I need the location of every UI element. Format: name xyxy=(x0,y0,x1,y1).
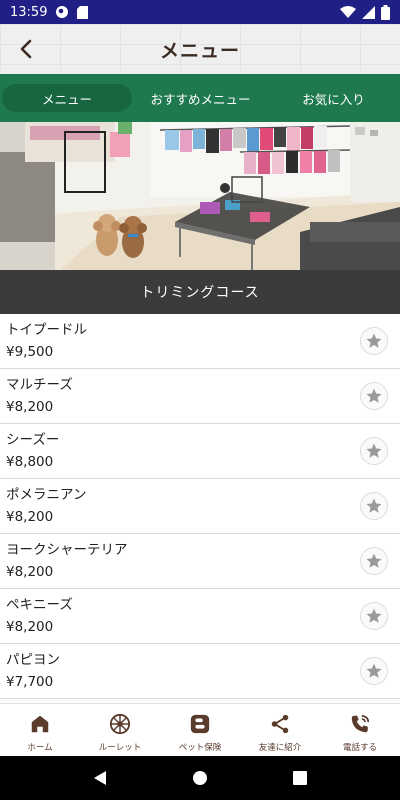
bottom-nav: ホーム ルーレット ペット保険 友達に紹介 電話する xyxy=(0,703,400,756)
blog-icon xyxy=(188,712,212,736)
app-header: メニュー xyxy=(0,24,400,74)
list-item[interactable]: ペキニーズ ¥8,200 xyxy=(0,589,400,644)
wifi-icon xyxy=(340,5,356,19)
star-icon xyxy=(366,553,382,568)
square-recents-icon xyxy=(293,771,307,785)
star-icon xyxy=(366,663,382,678)
favorite-button[interactable] xyxy=(360,437,388,465)
item-name: パピヨン xyxy=(6,652,60,668)
system-home-button[interactable] xyxy=(180,758,220,798)
tab-recommended[interactable]: おすすめメニュー xyxy=(134,84,267,112)
list-item[interactable]: マルチーズ ¥8,200 xyxy=(0,369,400,424)
star-icon xyxy=(366,388,382,403)
notification-app-icon xyxy=(55,5,69,19)
tab-favorites[interactable]: お気に入り xyxy=(267,84,400,112)
nav-label: ペット保険 xyxy=(178,743,222,753)
status-right xyxy=(340,4,390,20)
item-price: ¥7,700 xyxy=(6,674,54,690)
star-icon xyxy=(366,498,382,513)
favorite-button[interactable] xyxy=(360,547,388,575)
back-button[interactable] xyxy=(12,35,40,63)
item-price: ¥8,200 xyxy=(6,564,54,580)
star-icon xyxy=(366,443,382,458)
item-price: ¥9,500 xyxy=(6,344,54,360)
favorite-button[interactable] xyxy=(360,492,388,520)
section-header: トリミングコース xyxy=(0,270,400,314)
item-price: ¥8,200 xyxy=(6,509,54,525)
list-item[interactable]: トイプードル ¥9,500 xyxy=(0,314,400,369)
status-time: 13:59 xyxy=(10,4,48,20)
list-item[interactable]: ヨークシャーテリア ¥8,200 xyxy=(0,534,400,589)
signal-icon xyxy=(362,5,375,19)
battery-icon xyxy=(381,4,390,20)
list-item[interactable]: パピヨン ¥7,700 xyxy=(0,644,400,699)
system-nav-bar xyxy=(0,756,400,800)
nav-label: 友達に紹介 xyxy=(258,743,302,753)
nav-home[interactable]: ホーム xyxy=(0,704,80,756)
circle-home-icon xyxy=(193,771,207,785)
sd-card-icon xyxy=(77,5,89,19)
status-bar: 13:59 xyxy=(0,0,400,24)
salon-photo xyxy=(0,122,400,270)
nav-label: ホーム xyxy=(27,743,53,753)
item-price: ¥8,200 xyxy=(6,399,54,415)
favorite-button[interactable] xyxy=(360,382,388,410)
list-item[interactable]: ポメラニアン ¥8,200 xyxy=(0,479,400,534)
nav-roulette[interactable]: ルーレット xyxy=(80,704,160,756)
system-back-button[interactable] xyxy=(80,758,120,798)
item-price: ¥8,800 xyxy=(6,454,54,470)
favorite-button[interactable] xyxy=(360,657,388,685)
list-item[interactable]: シーズー ¥8,800 xyxy=(0,424,400,479)
star-icon xyxy=(366,333,382,348)
nav-label: ルーレット xyxy=(98,743,142,753)
system-recents-button[interactable] xyxy=(280,758,320,798)
item-name: ヨークシャーテリア xyxy=(6,542,128,558)
tab-menu[interactable]: メニュー xyxy=(2,84,132,112)
nav-call[interactable]: 電話する xyxy=(320,704,400,756)
triangle-back-icon xyxy=(94,771,106,785)
nav-share[interactable]: 友達に紹介 xyxy=(240,704,320,756)
status-left: 13:59 xyxy=(10,4,89,20)
favorite-button[interactable] xyxy=(360,327,388,355)
item-name: トイプードル xyxy=(6,322,87,338)
item-name: ペキニーズ xyxy=(6,597,73,613)
menu-list: トイプードル ¥9,500 マルチーズ ¥8,200 シーズー ¥8,800 ポ… xyxy=(0,314,400,703)
nav-label: 電話する xyxy=(342,743,377,753)
roulette-icon xyxy=(108,712,132,736)
share-icon xyxy=(268,712,292,736)
item-name: マルチーズ xyxy=(6,377,73,393)
chevron-left-icon xyxy=(20,39,32,59)
page-title: メニュー xyxy=(159,39,240,62)
star-icon xyxy=(366,608,382,623)
phone-icon xyxy=(348,712,372,736)
nav-pet-insurance[interactable]: ペット保険 xyxy=(160,704,240,756)
item-name: シーズー xyxy=(6,432,60,448)
home-icon xyxy=(28,712,52,736)
favorite-button[interactable] xyxy=(360,602,388,630)
tab-bar: メニュー おすすめメニュー お気に入り xyxy=(0,74,400,122)
item-price: ¥8,200 xyxy=(6,619,54,635)
item-name: ポメラニアン xyxy=(6,487,87,503)
